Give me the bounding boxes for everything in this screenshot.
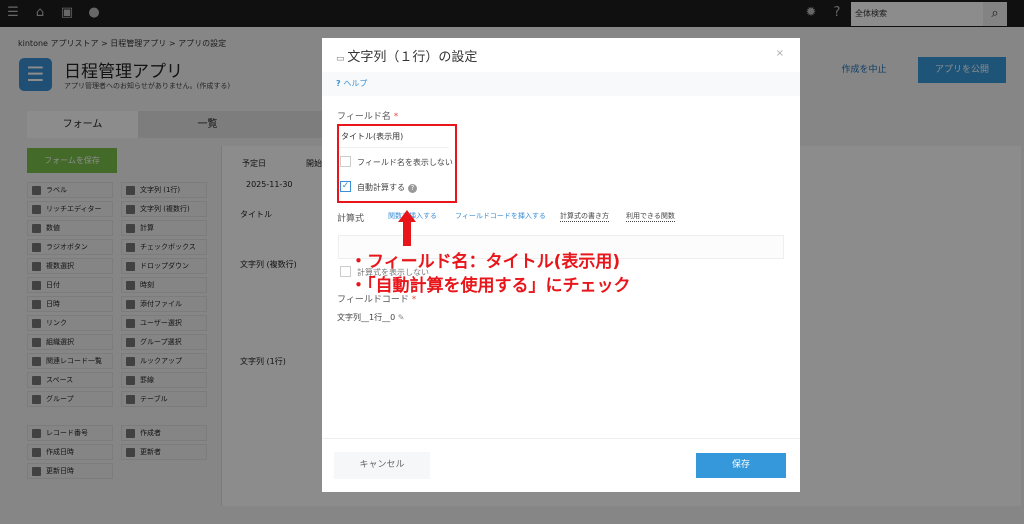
home-icon[interactable]: ⌂ [33,6,47,20]
dialog-footer-divider [322,438,800,439]
palette-item[interactable]: スペース [27,372,113,388]
form-field-label: 文字列 (複数行) [240,260,297,269]
palette-item[interactable]: 関連レコード一覧 [27,353,113,369]
breadcrumb: kintone アプリストア > 日程管理アプリ > アプリの設定 [18,39,227,48]
palette-item[interactable]: リッチエディター [27,201,113,217]
palette-item[interactable]: 日時 [27,296,113,312]
dialog-header: ▭ 文字列（１行）の設定 [322,38,800,72]
palette-item[interactable]: 添付ファイル [121,296,207,312]
help-link[interactable]: ? ヘルプ [322,72,800,96]
annotation-arrow-icon [398,210,416,246]
cancel-button[interactable]: キャンセル [334,452,430,479]
formula-guide-link[interactable]: 計算式の書き方 [560,211,609,222]
palette-item[interactable]: ラベル [27,182,113,198]
palette-item[interactable]: ドロップダウン [121,258,207,274]
palette-item[interactable]: 更新日時 [27,463,113,479]
app-icon: ☰ [19,58,52,91]
palette-item[interactable]: 罫線 [121,372,207,388]
palette-item[interactable]: 作成者 [121,425,207,441]
palette-item[interactable]: ユーザー選択 [121,315,207,331]
form-field-label: タイトル [240,210,272,219]
palette-item[interactable]: チェックボックス [121,239,207,255]
tab-form[interactable]: フォーム [27,111,138,138]
palette-item[interactable]: 組織選択 [27,334,113,350]
palette-item[interactable]: グループ選択 [121,334,207,350]
help-icon[interactable]: ? [830,6,844,20]
breadcrumb-item: アプリの設定 [178,39,227,48]
text-field-icon: ▭ [336,54,348,64]
publish-app-button[interactable]: アプリを公開 [918,57,1006,83]
formula-label: 計算式 [337,214,365,224]
save-form-button[interactable]: フォームを保存 [27,148,117,173]
palette-item[interactable]: テーブル [121,391,207,407]
palette-item[interactable]: ルックアップ [121,353,207,369]
palette-item[interactable]: 更新者 [121,444,207,460]
annotation-highlight-box [337,124,457,203]
edit-icon[interactable]: ✎ [398,313,405,322]
search-icon[interactable]: ⌕ [983,2,1007,26]
tab-list[interactable]: 一覧 [138,111,277,138]
form-field-label: 予定日 [242,159,266,168]
palette-item[interactable]: ラジオボタン [27,239,113,255]
close-icon[interactable]: × [776,48,784,59]
app-title: 日程管理アプリ [64,62,183,82]
palette-item[interactable]: グループ [27,391,113,407]
form-field-value: 2025-11-30 [246,180,293,189]
save-button[interactable]: 保存 [696,453,786,478]
breadcrumb-item[interactable]: 日程管理アプリ [110,39,166,48]
bell-icon[interactable]: ● [87,6,101,20]
cancel-edit-button[interactable]: 作成を中止 [822,58,906,82]
palette-item[interactable]: 計算 [121,220,207,236]
annotation-line-1: ・フィールド名：タイトル(表示用) [350,252,621,272]
help-label: ヘルプ [343,79,368,88]
gear-icon[interactable]: ✹ [804,6,818,20]
app-subtitle: アプリ管理者へのお知らせがありません。(作成する) [64,82,231,90]
form-field-label: 文字列 (1行) [240,357,286,366]
palette-item[interactable]: 日付 [27,277,113,293]
form-field-label: 開始 [306,159,322,168]
palette-item[interactable]: リンク [27,315,113,331]
palette-item[interactable]: 作成日時 [27,444,113,460]
palette-item[interactable]: 複数選択 [27,258,113,274]
annotation-line-2: ・「自動計算を使用する」にチェック [350,276,631,296]
insert-field-code-link[interactable]: フィールドコードを挿入する [455,211,546,221]
available-functions-link[interactable]: 利用できる関数 [626,211,675,222]
field-name-label: フィールド名 * [337,112,399,122]
top-bar: ☰ ⌂ ▣ ● ✹ ? 全体検索 ⌕ [0,0,1024,27]
people-icon[interactable]: ▣ [60,6,74,20]
palette-item[interactable]: 文字列 (1行) [121,182,207,198]
field-code-value: 文字列__1行__0 ✎ [337,313,405,322]
menu-icon[interactable]: ☰ [6,6,20,20]
palette-item[interactable]: 文字列 (複数行) [121,201,207,217]
palette-item[interactable]: レコード番号 [27,425,113,441]
palette-item[interactable]: 時刻 [121,277,207,293]
palette-item[interactable]: 数値 [27,220,113,236]
breadcrumb-item[interactable]: kintone アプリストア [18,39,99,48]
dialog-title: 文字列（１行）の設定 [347,50,478,65]
